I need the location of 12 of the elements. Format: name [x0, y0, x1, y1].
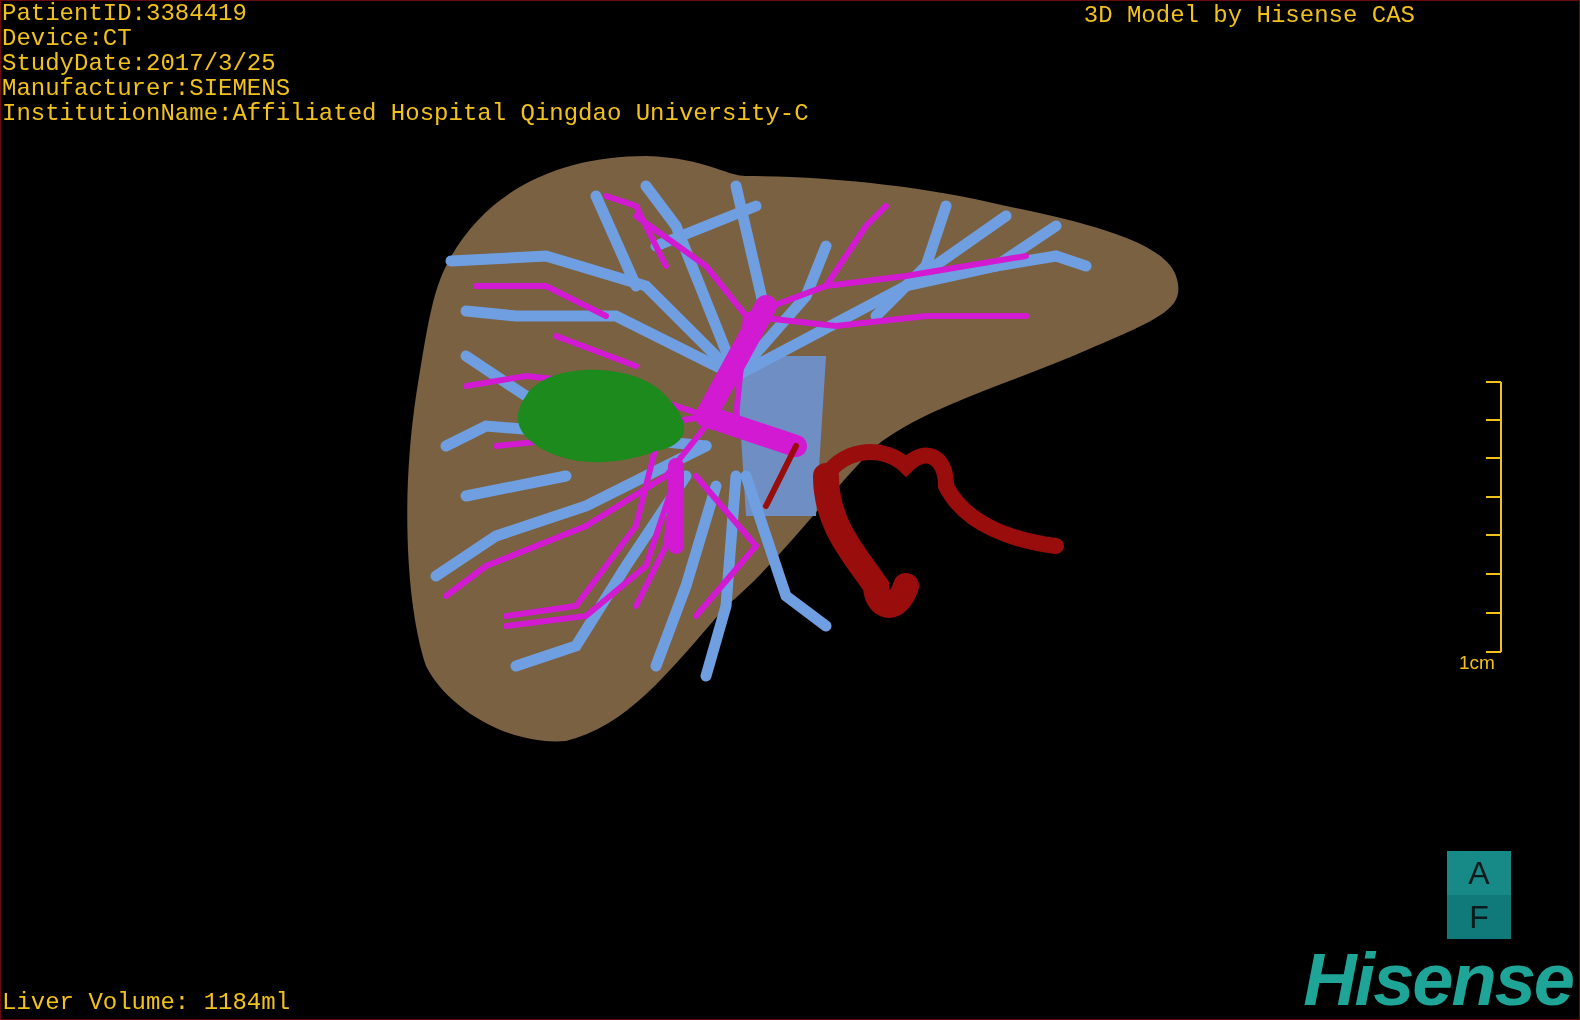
- info-text: Device:CT: [2, 26, 133, 51]
- info-text: Manufacturer:SIEMENS: [2, 76, 292, 101]
- liver-volume-text: Liver Volume: 1184ml: [1, 990, 291, 1018]
- logo-text: Hisense: [1303, 943, 1573, 1019]
- scale-label: 1cm: [1459, 653, 1495, 673]
- info-text: PatientID:3384419: [2, 1, 248, 26]
- viewer-title: 3D Model by Hisense CAS: [1083, 1, 1415, 28]
- info-text: InstitutionName:Affiliated Hospital Qingdao University-C: [2, 101, 809, 126]
- orientation-label: A: [1467, 853, 1491, 893]
- orientation-label: F: [1447, 895, 1511, 939]
- info-text: StudyDate:2017/3/25: [2, 51, 277, 76]
- orientation-cube[interactable]: A F: [1447, 851, 1511, 939]
